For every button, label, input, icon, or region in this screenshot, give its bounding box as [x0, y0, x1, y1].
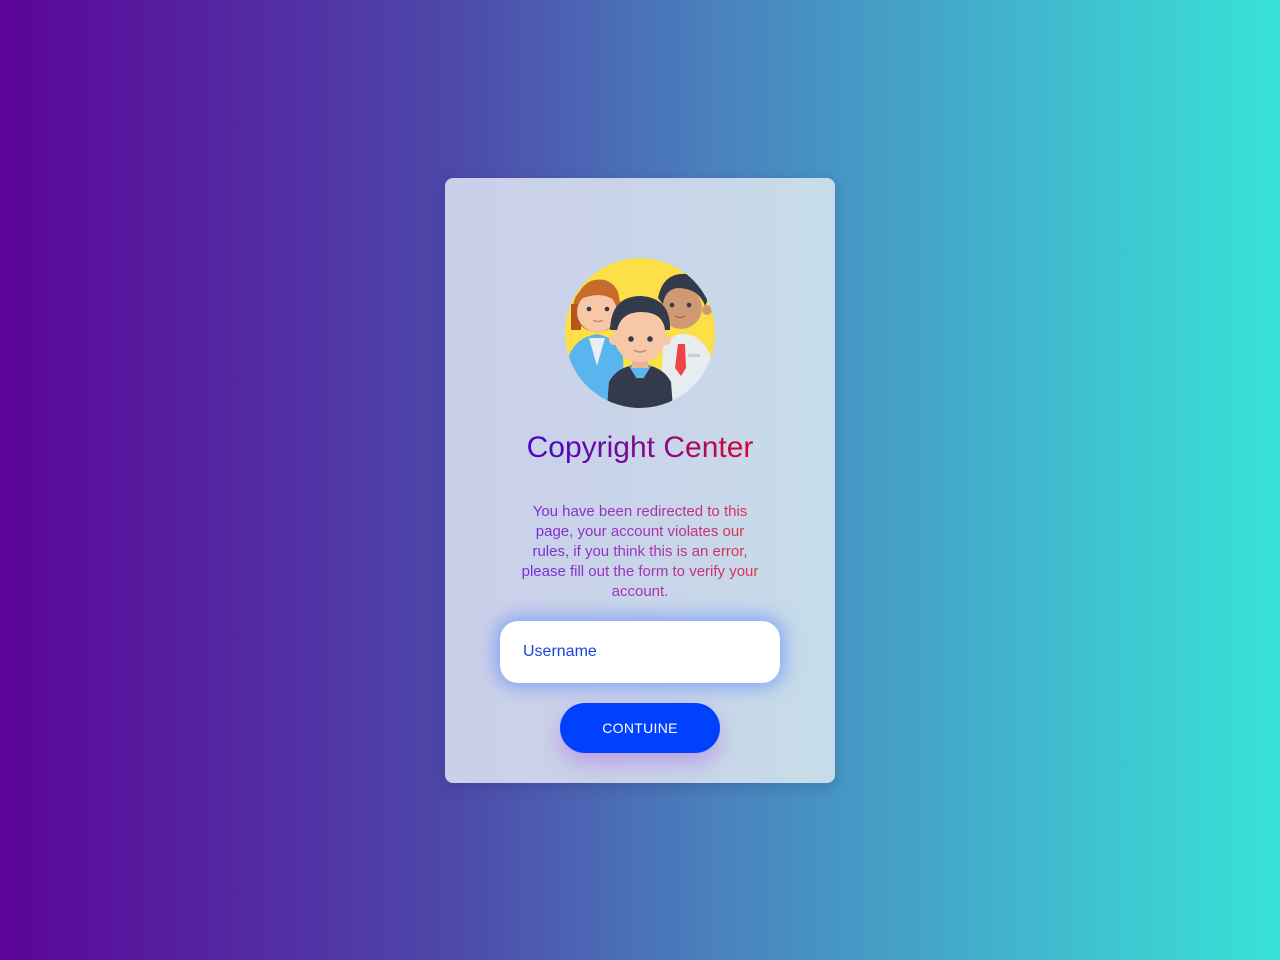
- page-title: Copyright Center: [445, 428, 835, 468]
- redirect-message: You have been redirected to this page, y…: [517, 502, 763, 602]
- continue-button[interactable]: CONTUINE: [560, 703, 720, 753]
- username-input[interactable]: Username: [500, 621, 780, 683]
- verification-card: Copyright Center You have been redirecte…: [445, 178, 835, 783]
- group-of-people-icon: [565, 258, 715, 408]
